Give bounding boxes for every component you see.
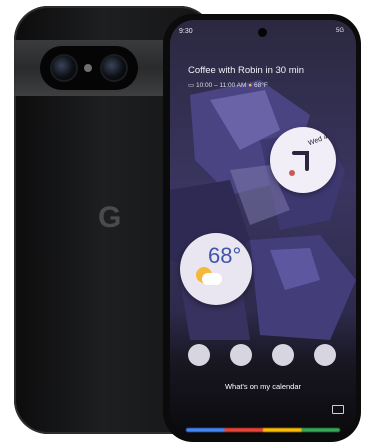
front-camera (258, 28, 267, 37)
event-details: ▭ 10:00 – 11:00 AM ● 68°F (188, 81, 268, 89)
assistant-glow-bar (186, 428, 340, 432)
weather-temperature: 68° (208, 243, 242, 268)
event-title[interactable]: Coffee with Robin in 30 min (188, 65, 304, 76)
clock-widget[interactable]: Wed 4 (270, 127, 336, 193)
event-time: 10:00 – 11:00 AM (195, 82, 247, 89)
dock-app-3[interactable] (272, 344, 294, 366)
assistant-prompt: What's on my calendar (224, 382, 302, 391)
calendar-icon: ▭ (188, 82, 196, 89)
camera-module (40, 46, 138, 90)
g-logo: G (98, 201, 122, 234)
dock-app-4[interactable] (314, 344, 336, 366)
flash-icon (84, 64, 92, 72)
main-lens-icon (52, 56, 76, 80)
status-time: 9:30 (179, 28, 193, 35)
phone-screen: 9:30 5G Coffee with Robin in 30 min ▭ 10… (170, 20, 356, 436)
weather-widget[interactable]: 68° (180, 233, 252, 305)
event-temp: 68°F (253, 82, 268, 89)
dock-app-2[interactable] (230, 344, 252, 366)
dock-app-1[interactable] (188, 344, 210, 366)
product-photo: G 9:30 5G Coffee with Robin in 30 min ▭ … (0, 0, 365, 443)
ultrawide-lens-icon (102, 56, 126, 80)
weather-cloud-icon (202, 273, 222, 285)
keyboard-icon[interactable] (332, 405, 344, 414)
network-indicator: 5G (335, 28, 344, 34)
